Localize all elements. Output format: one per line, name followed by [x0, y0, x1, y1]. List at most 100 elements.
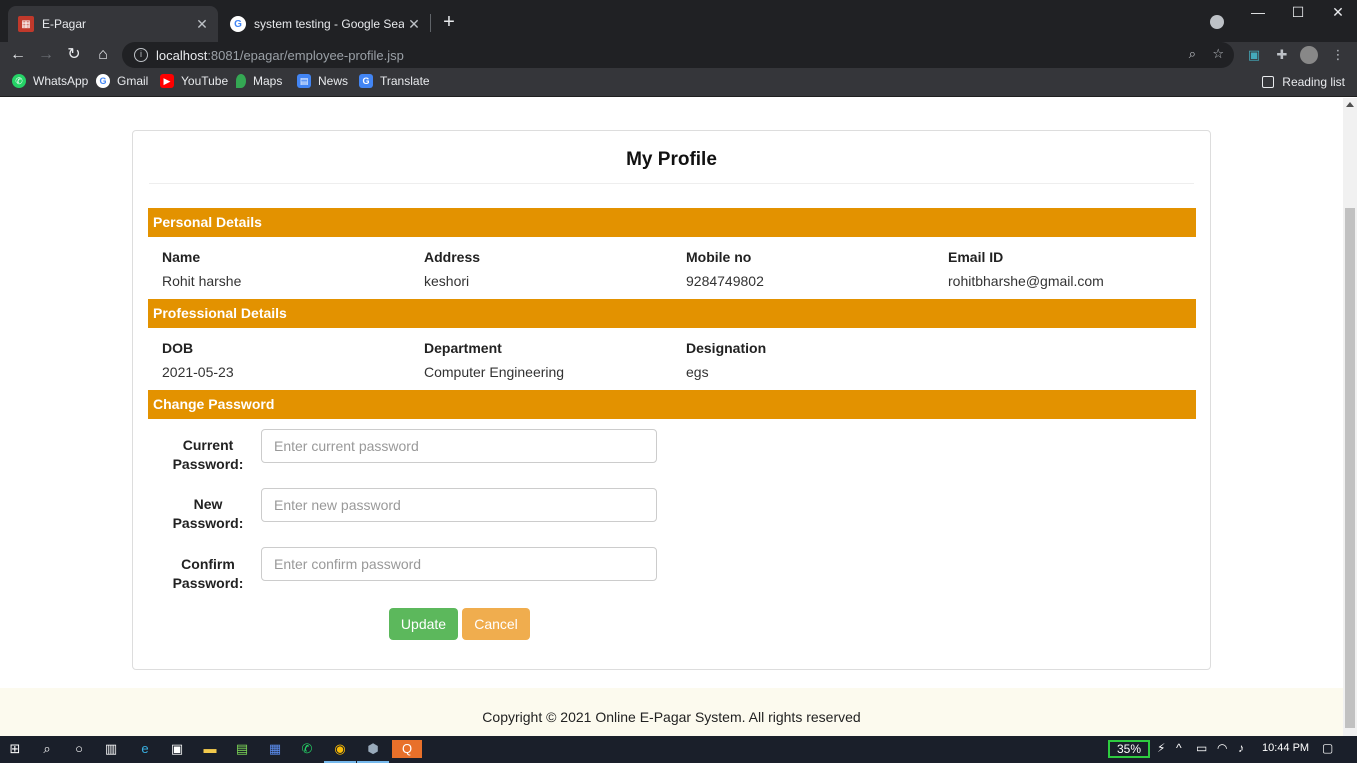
chrome-icon[interactable]: ◉ — [331, 740, 349, 758]
title-divider — [149, 183, 1194, 184]
page-scrollbar[interactable] — [1343, 98, 1357, 736]
chevron-up-icon[interactable]: ^ — [1176, 741, 1182, 755]
label-line: Password: — [172, 575, 244, 591]
bookmark-maps[interactable]: Maps — [236, 74, 282, 88]
mobile-label: Mobile no — [686, 249, 752, 265]
bookmark-label: WhatsApp — [33, 74, 89, 88]
footer-copyright: Copyright © 2021 Online E-Pagar System. … — [0, 688, 1343, 736]
search-icon[interactable]: ⌕ — [38, 740, 56, 758]
wifi-icon[interactable]: ◠ — [1217, 741, 1227, 755]
tab-epagar[interactable]: ▦ E-Pagar ✕ — [8, 6, 218, 42]
current-password-label: Current Password: — [158, 436, 258, 474]
address-value: keshori — [424, 273, 470, 289]
email-label: Email ID — [948, 249, 1004, 265]
reading-list-label: Reading list — [1282, 75, 1345, 89]
bookmark-gmail[interactable]: G Gmail — [96, 74, 148, 88]
browser-toolbar: ← → ↻ ⌂ i localhost:8081/epagar/employee… — [0, 42, 1357, 68]
reload-icon[interactable]: ↻ — [61, 42, 87, 68]
extensions-puzzle-icon[interactable]: ✚ — [1273, 46, 1291, 64]
site-info-icon[interactable]: i — [134, 48, 148, 62]
menu-kebab-icon[interactable]: ⋮ — [1329, 46, 1347, 64]
whatsapp-icon[interactable]: ✆ — [298, 740, 316, 758]
battery-icon[interactable]: ▭ — [1196, 741, 1207, 755]
new-tab-icon[interactable]: + — [438, 10, 460, 34]
department-value: Computer Engineering — [424, 364, 565, 380]
new-password-label: New Password: — [158, 495, 258, 533]
current-password-input[interactable] — [261, 429, 657, 463]
app-icon[interactable]: ⬢ — [364, 740, 382, 758]
extension-icon[interactable]: ▣ — [1245, 46, 1263, 64]
translate-icon: G — [359, 74, 373, 88]
bookmark-label: Gmail — [117, 74, 149, 88]
address-label: Address — [424, 249, 481, 265]
label-line: Password: — [172, 515, 244, 531]
news-icon: ▤ — [297, 74, 311, 88]
reading-list[interactable]: Reading list — [1262, 75, 1345, 89]
scroll-up-arrow-icon[interactable] — [1346, 102, 1354, 107]
tab-separator — [430, 14, 431, 32]
cortana-icon[interactable]: ○ — [70, 740, 88, 758]
email-value: rohitbharshe@gmail.com — [948, 273, 1104, 289]
notepad-icon[interactable]: ▤ — [233, 740, 251, 758]
close-tab-icon[interactable]: ✕ — [404, 16, 424, 33]
designation-label: Designation — [686, 340, 767, 356]
bookmark-star-icon[interactable]: ☆ — [1212, 46, 1224, 62]
windows-start-icon[interactable]: ⊞ — [6, 740, 24, 758]
zoom-icon[interactable]: ⌕ — [1189, 46, 1196, 62]
dob-value: 2021-05-23 — [162, 364, 234, 380]
word-icon[interactable]: ▦ — [266, 740, 284, 758]
qt-app-icon[interactable]: Q — [392, 740, 422, 758]
edge-icon[interactable]: e — [136, 740, 154, 758]
name-label: Name — [162, 249, 201, 265]
department-label: Department — [424, 340, 502, 356]
maps-pin-icon — [236, 74, 246, 88]
volume-icon[interactable]: ♪ — [1238, 741, 1244, 755]
forward-icon[interactable]: → — [33, 42, 59, 68]
mobile-value: 9284749802 — [686, 273, 764, 289]
home-icon[interactable]: ⌂ — [90, 42, 116, 68]
back-icon[interactable]: ← — [5, 42, 31, 68]
power-plug-icon[interactable]: ⚡ — [1157, 741, 1165, 755]
battery-indicator[interactable]: 35% — [1108, 740, 1150, 758]
bookmark-label: YouTube — [181, 74, 229, 88]
bookmarks-bar: ✆ WhatsApp G Gmail ▶ YouTube Maps ▤ News… — [0, 68, 1357, 97]
scrollbar-thumb[interactable] — [1345, 208, 1355, 728]
close-window-icon[interactable]: ✕ — [1318, 4, 1357, 21]
notification-icon[interactable]: ▢ — [1322, 741, 1333, 755]
tab-google-search[interactable]: G system testing - Google Search ✕ — [220, 6, 430, 42]
task-view-icon[interactable]: ▥ — [102, 740, 120, 758]
label-line: New — [193, 496, 223, 512]
bookmark-youtube[interactable]: ▶ YouTube — [160, 74, 228, 88]
dob-label: DOB — [162, 340, 194, 356]
file-explorer-icon[interactable]: ▬ — [201, 740, 219, 758]
update-button[interactable]: Update — [389, 608, 458, 640]
minimize-icon[interactable]: — — [1238, 4, 1278, 20]
google-icon: G — [96, 74, 110, 88]
tab-title: system testing - Google Search — [254, 17, 404, 31]
address-bar[interactable]: i localhost:8081/epagar/employee-profile… — [122, 42, 1234, 68]
clock[interactable]: 10:44 PM — [1262, 742, 1309, 754]
new-password-input[interactable] — [261, 488, 657, 522]
designation-value: egs — [686, 364, 709, 380]
cancel-button[interactable]: Cancel — [462, 608, 530, 640]
bookmark-label: Translate — [380, 74, 430, 88]
close-tab-icon[interactable]: ✕ — [192, 16, 212, 33]
youtube-icon: ▶ — [160, 74, 174, 88]
profile-avatar[interactable] — [1300, 46, 1318, 64]
profile-card: My Profile Personal Details Name Rohit h… — [132, 130, 1211, 670]
page-title: My Profile — [626, 149, 717, 170]
bookmark-translate[interactable]: G Translate — [359, 74, 430, 88]
name-value: Rohit harshe — [162, 273, 242, 289]
tab-search-icon[interactable] — [1210, 15, 1224, 29]
browser-tab-bar: ▦ E-Pagar ✕ G system testing - Google Se… — [0, 0, 1357, 42]
store-icon[interactable]: ▣ — [168, 740, 186, 758]
maximize-icon[interactable]: ☐ — [1278, 4, 1318, 21]
reading-list-icon — [1262, 76, 1275, 88]
confirm-password-input[interactable] — [261, 547, 657, 581]
epagar-favicon-icon: ▦ — [18, 16, 34, 32]
bookmark-label: Maps — [253, 74, 283, 88]
bookmark-news[interactable]: ▤ News — [297, 74, 348, 88]
change-password-header: Change Password — [148, 390, 1196, 419]
bookmark-whatsapp[interactable]: ✆ WhatsApp — [12, 74, 88, 88]
windows-taskbar: ⊞ ⌕ ○ ▥ e ▣ ▬ ▤ ▦ ✆ ◉ ⬢ Q 35% ⚡ ^ ▭ ◠ ♪ … — [0, 736, 1357, 763]
